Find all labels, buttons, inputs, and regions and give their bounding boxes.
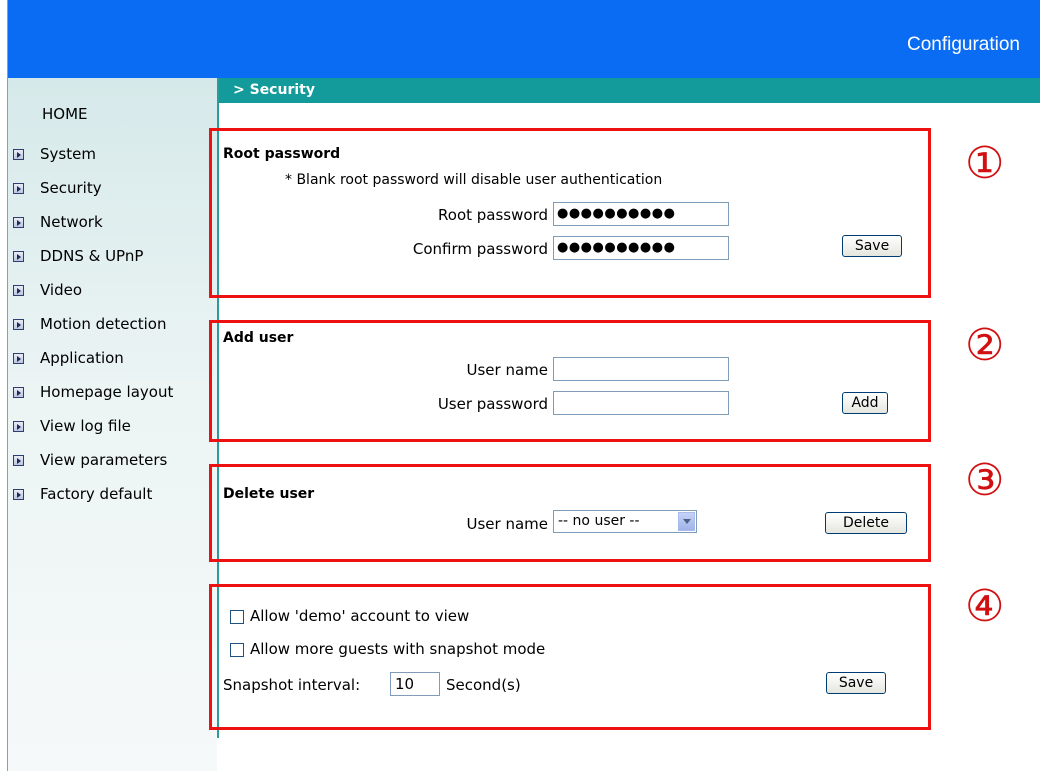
sidebar: HOME System Security Network DDNS & UPnP…	[8, 78, 217, 771]
sidebar-item-label: Application	[40, 349, 124, 367]
arrow-right-icon	[13, 182, 24, 194]
sidebar-menu: System Security Network DDNS & UPnP Vide…	[8, 137, 217, 511]
arrow-right-icon	[13, 386, 24, 398]
sidebar-item-label: Security	[40, 179, 102, 197]
sidebar-item-label: View log file	[40, 417, 131, 435]
sidebar-item-label: Factory default	[40, 485, 153, 503]
delete-username-label: User name	[466, 515, 549, 533]
arrow-right-icon	[13, 148, 24, 160]
add-username-input[interactable]	[553, 357, 729, 381]
guest-options-save-button[interactable]: Save	[826, 672, 886, 694]
annotation-1: ①	[965, 138, 1005, 189]
selected-user: -- no user --	[558, 513, 640, 529]
annotation-3: ③	[965, 455, 1005, 506]
sidebar-item-label: Motion detection	[40, 315, 167, 333]
root-password-label: Root password	[438, 206, 548, 224]
allow-snapshot-guests-label: Allow more guests with snapshot mode	[250, 640, 546, 658]
sidebar-item-video[interactable]: Video	[8, 273, 217, 307]
add-user-highlight	[209, 320, 931, 442]
page-title: Configuration	[906, 34, 1020, 55]
add-user-password-label: User password	[437, 395, 548, 413]
sidebar-item-view-parameters[interactable]: View parameters	[8, 443, 217, 477]
allow-snapshot-guests-checkbox[interactable]	[230, 643, 244, 657]
annotation-4: ④	[965, 581, 1005, 632]
sidebar-item-label: Homepage layout	[40, 383, 174, 401]
root-password-input[interactable]: ●●●●●●●●●●	[553, 202, 729, 226]
snapshot-interval-label: Snapshot interval:	[223, 676, 361, 694]
sidebar-item-network[interactable]: Network	[8, 205, 217, 239]
sidebar-item-ddns-upnp[interactable]: DDNS & UPnP	[8, 239, 217, 273]
annotation-2: ②	[965, 320, 1005, 371]
section-header: > Security	[219, 78, 1040, 103]
sidebar-item-label: View parameters	[40, 451, 168, 469]
sidebar-item-label: Video	[40, 281, 83, 299]
add-user-button[interactable]: Add	[842, 392, 888, 414]
allow-demo-label: Allow 'demo' account to view	[250, 607, 470, 625]
sidebar-item-security[interactable]: Security	[8, 171, 217, 205]
sidebar-item-label: DDNS & UPnP	[40, 247, 144, 265]
arrow-right-icon	[13, 420, 24, 432]
arrow-right-icon	[13, 454, 24, 466]
sidebar-item-view-log-file[interactable]: View log file	[8, 409, 217, 443]
sidebar-item-application[interactable]: Application	[8, 341, 217, 375]
sidebar-item-factory-default[interactable]: Factory default	[8, 477, 217, 511]
sidebar-item-homepage-layout[interactable]: Homepage layout	[8, 375, 217, 409]
root-password-save-button[interactable]: Save	[842, 235, 902, 257]
add-user-password-input[interactable]	[553, 391, 729, 415]
arrow-right-icon	[13, 250, 24, 262]
root-password-title: Root password	[223, 146, 341, 162]
blank-password-note: * Blank root password will disable user …	[285, 172, 663, 188]
sidebar-item-system[interactable]: System	[8, 137, 217, 171]
sidebar-item-label: System	[40, 145, 96, 163]
confirm-password-label: Confirm password	[412, 240, 548, 258]
arrow-right-icon	[13, 284, 24, 296]
arrow-right-icon	[13, 352, 24, 364]
arrow-right-icon	[13, 216, 24, 228]
arrow-right-icon	[13, 488, 24, 500]
delete-user-title: Delete user	[223, 486, 315, 502]
sidebar-item-motion-detection[interactable]: Motion detection	[8, 307, 217, 341]
header-bar: Configuration	[8, 0, 1040, 78]
add-username-label: User name	[466, 361, 549, 379]
arrow-right-icon	[13, 318, 24, 330]
add-user-title: Add user	[223, 330, 294, 346]
sidebar-item-label: Network	[40, 213, 103, 231]
confirm-password-input[interactable]: ●●●●●●●●●●	[553, 236, 729, 260]
chevron-down-icon[interactable]	[678, 512, 695, 531]
delete-user-button[interactable]: Delete	[825, 512, 907, 534]
sidebar-home-link[interactable]: HOME	[42, 105, 88, 123]
allow-demo-checkbox[interactable]	[230, 610, 244, 624]
snapshot-interval-input[interactable]: 10	[390, 672, 440, 696]
delete-username-select[interactable]: -- no user --	[553, 510, 697, 533]
snapshot-interval-unit: Second(s)	[446, 676, 521, 694]
